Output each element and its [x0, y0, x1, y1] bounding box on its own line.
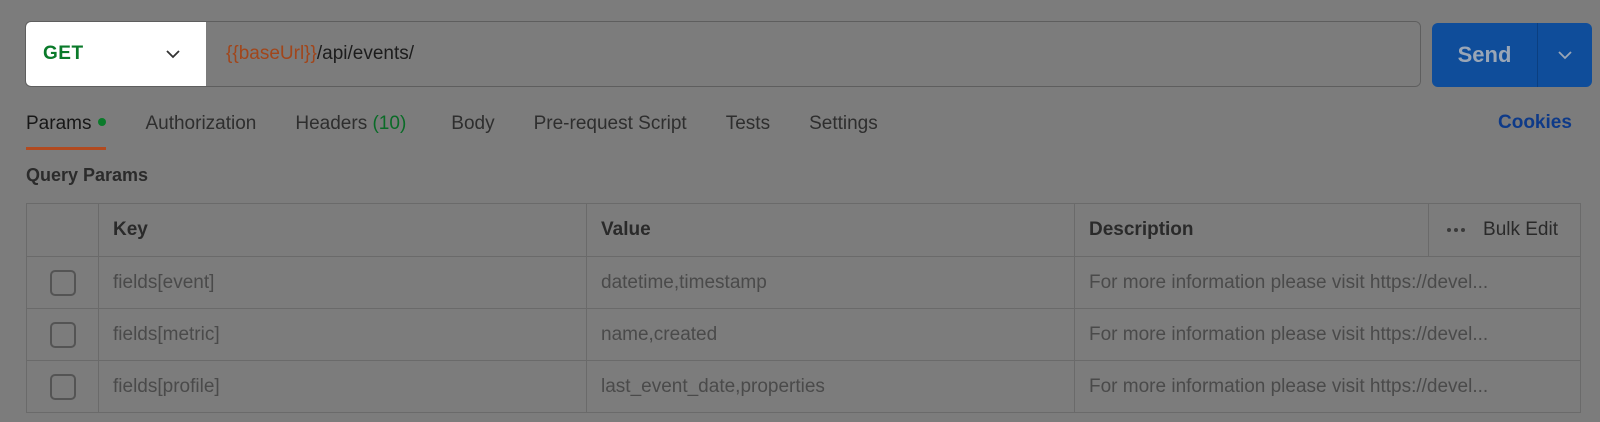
- param-value[interactable]: name,created: [586, 308, 1075, 361]
- tab-authorization[interactable]: Authorization: [145, 110, 256, 150]
- tab-settings[interactable]: Settings: [809, 110, 878, 150]
- param-description[interactable]: For more information please visit https:…: [1074, 256, 1581, 309]
- param-key[interactable]: fields[profile]: [98, 360, 587, 413]
- description-column-header: Description Bulk Edit: [1074, 203, 1581, 257]
- active-tab-indicator: [26, 147, 107, 150]
- key-column-header: Key: [98, 203, 587, 257]
- param-key[interactable]: fields[metric]: [98, 308, 587, 361]
- tab-label: Body: [451, 113, 495, 134]
- tab-label: Tests: [725, 113, 771, 134]
- select-column-header: [26, 203, 99, 257]
- row-checkbox[interactable]: [49, 373, 76, 400]
- query-params-title: Query Params: [26, 165, 149, 185]
- chevron-down-icon: [1558, 50, 1572, 59]
- row-checkbox-cell: [26, 256, 99, 309]
- row-checkbox-cell: [26, 360, 99, 413]
- url-path: /api/events/: [316, 43, 415, 64]
- row-checkbox[interactable]: [49, 321, 76, 348]
- send-group: Send: [1432, 23, 1592, 87]
- request-bar: GET {{baseUrl}}/api/events/: [25, 21, 1421, 87]
- tab-label: Params: [26, 113, 92, 134]
- param-value[interactable]: datetime,timestamp: [586, 256, 1075, 309]
- table-row: fields[profile] last_event_date,properti…: [26, 360, 1581, 413]
- table-header-row: Key Value Description Bulk Edit: [26, 203, 1581, 257]
- tab-label: Pre-request Script: [533, 113, 687, 134]
- tab-label: Headers: [295, 113, 368, 134]
- send-button[interactable]: Send: [1432, 23, 1538, 87]
- tab-label: Settings: [809, 113, 878, 134]
- request-editor: GET {{baseUrl}}/api/events/ Send Params …: [0, 0, 1600, 422]
- tab-pre-request-script[interactable]: Pre-request Script: [534, 110, 687, 150]
- tab-body[interactable]: Body: [451, 110, 494, 150]
- param-key[interactable]: fields[event]: [98, 256, 587, 309]
- more-options-icon[interactable]: [1447, 228, 1466, 232]
- send-options-button[interactable]: [1538, 23, 1592, 87]
- tab-label: Authorization: [145, 113, 257, 134]
- tab-headers[interactable]: Headers (10): [295, 110, 406, 150]
- row-checkbox[interactable]: [49, 269, 76, 296]
- value-column-header: Value: [586, 203, 1075, 257]
- url-variable: {{baseUrl}}: [226, 43, 317, 64]
- params-active-dot: [98, 117, 107, 126]
- url-input[interactable]: {{baseUrl}}/api/events/: [206, 22, 1420, 86]
- method-select[interactable]: GET: [26, 22, 206, 86]
- table-row: fields[event] datetime,timestamp For mor…: [26, 256, 1581, 309]
- cookies-link[interactable]: Cookies: [1498, 112, 1572, 134]
- description-label: Description: [1089, 219, 1194, 240]
- param-value[interactable]: last_event_date,properties: [586, 360, 1075, 413]
- table-row: fields[metric] name,created For more inf…: [26, 308, 1581, 361]
- param-description[interactable]: For more information please visit https:…: [1074, 308, 1581, 361]
- request-tabs: Params Authorization Headers (10) Body P…: [26, 110, 917, 152]
- method-label: GET: [43, 43, 84, 64]
- tab-params[interactable]: Params: [26, 110, 107, 150]
- query-params-table: Key Value Description Bulk Edit fields[e…: [26, 203, 1581, 413]
- tab-tests[interactable]: Tests: [726, 110, 770, 150]
- headers-count: (10): [372, 113, 407, 134]
- row-checkbox-cell: [26, 308, 99, 361]
- bulk-edit-button[interactable]: Bulk Edit: [1483, 219, 1558, 241]
- param-description[interactable]: For more information please visit https:…: [1074, 360, 1581, 413]
- chevron-down-icon: [166, 49, 180, 58]
- column-divider: [1428, 204, 1430, 256]
